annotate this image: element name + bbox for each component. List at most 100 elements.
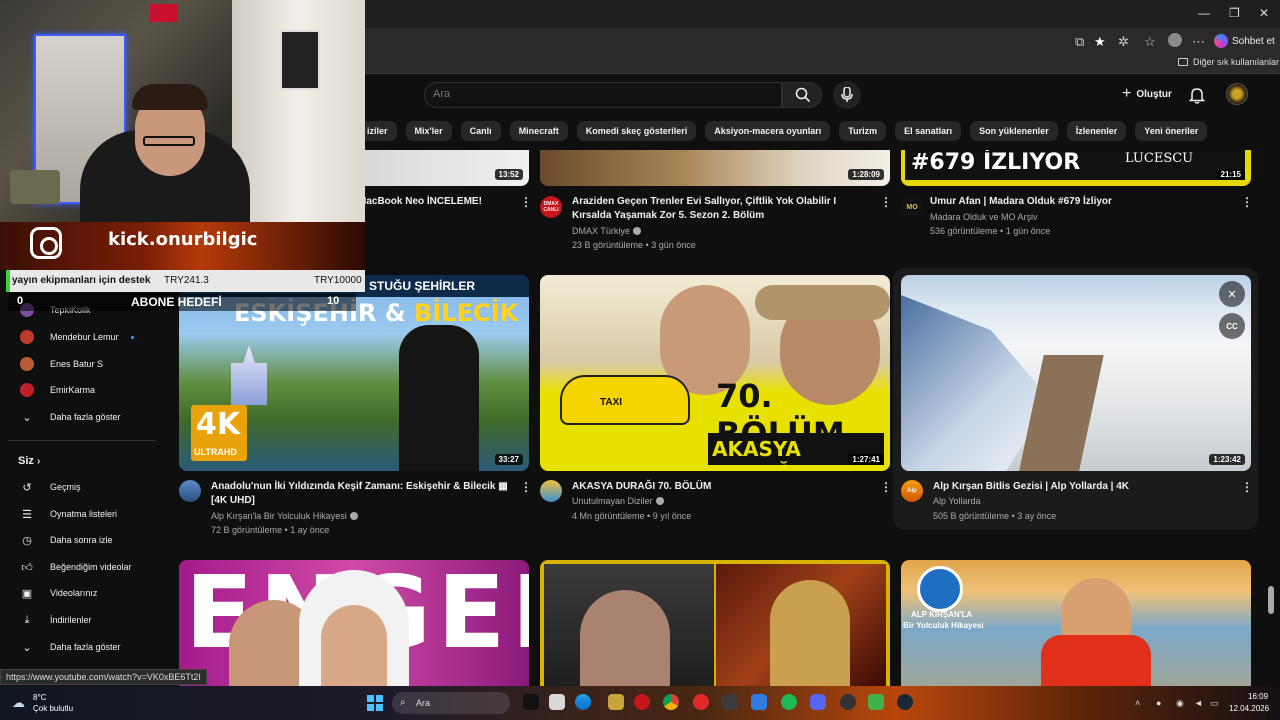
video-thumbnail[interactable]: ALP KIRŞAN'LA Bir Yolculuk Hikayesi [901,560,1251,686]
more-actions-icon[interactable]: ⋮ [880,195,892,209]
channel-name[interactable]: Madara Olduk ve MO Arşiv [930,210,1038,225]
chip[interactable]: Komedi skeç gösterileri [576,121,697,141]
app-icon[interactable] [722,694,738,710]
steam-icon[interactable] [897,694,913,710]
copilot-chat-button[interactable]: Sohbet et [1214,32,1275,50]
bookmark-star-icon[interactable]: ★ [1094,34,1106,50]
close-icon[interactable]: ✕ [1259,6,1269,20]
chip[interactable]: Mix'ler [405,121,452,141]
mute-icon[interactable]: ✕ [1219,281,1245,307]
clock-date[interactable]: 12.04.2026 [1229,704,1269,713]
store-icon[interactable] [751,694,767,710]
sidebar-item-enes-batur[interactable]: Enes Batur S [0,351,160,377]
chip[interactable]: El sanatları [895,121,962,141]
more-actions-icon[interactable]: ⋮ [520,195,532,209]
voice-search-button[interactable] [833,81,861,109]
microphone-tray-icon[interactable]: ● [1156,698,1161,708]
video-title[interactable]: Anadolu'nun İki Yıldızında Keşif Zamanı:… [211,480,511,508]
restore-icon[interactable]: ❐ [1229,6,1240,20]
search-button[interactable] [782,82,822,108]
more-actions-icon[interactable]: ⋮ [1241,195,1253,209]
channel-avatar[interactable]: Alp [901,480,923,502]
profile-avatar[interactable] [1168,33,1182,47]
taskbar-search[interactable] [392,692,510,714]
other-bookmarks[interactable]: Diğer sık kullanılanlar [1178,57,1279,67]
chip[interactable]: Yeni öneriler [1135,121,1208,141]
cloud-icon[interactable]: ☁ [12,695,25,711]
sidebar-item-liked-videos[interactable]: 👍︎ Beğendiğim videolar [0,554,160,580]
chip[interactable]: Canlı [460,121,501,141]
video-title[interactable]: MacBook Neo İNCELEME! [358,195,508,209]
chip[interactable]: Aksiyon-macera oyunları [705,121,831,141]
favorites-icon[interactable]: ☆ [1144,34,1156,50]
extensions-icon[interactable]: ✲ [1118,34,1129,50]
tray-chevron-icon[interactable]: ˄ [1135,698,1140,708]
video-thumbnail[interactable] [540,560,890,686]
search-input[interactable] [433,88,733,100]
sidebar-item-emirkarma[interactable]: EmirKarma [0,377,160,403]
channel-name[interactable]: Alp Yollarda [933,494,981,509]
sidebar-item-playlists[interactable]: ☰ Oynatma listeleri [0,501,160,527]
channel-avatar[interactable]: DMAX CANLI [540,196,562,218]
task-view-icon[interactable] [523,694,539,710]
account-avatar[interactable] [1226,83,1248,105]
battery-icon[interactable]: ▭ [1210,698,1219,709]
file-explorer-icon[interactable] [549,694,565,710]
more-actions-icon[interactable]: ⋮ [520,480,532,494]
channel-name[interactable]: Alp Kırşan'la Bir Yolculuk Hikayesi [211,509,358,524]
video-title[interactable]: AKASYA DURAĞI 70. BÖLÜM [572,480,872,494]
channel-avatar[interactable] [179,480,201,502]
sidebar-item-watch-later[interactable]: ◷ Daha sonra izle [0,527,160,553]
volume-icon[interactable]: ◄ [1194,698,1203,708]
channel-name[interactable]: DMAX Türkiye [572,224,641,239]
obs-icon[interactable] [840,694,856,710]
sidebar-show-more-subscriptions[interactable]: ⌄ Daha fazla göster [0,404,160,430]
edge-icon[interactable] [575,694,591,710]
page-scrollbar-thumb[interactable] [1268,586,1274,614]
chip[interactable]: İzlenenler [1066,121,1127,141]
video-thumbnail[interactable]: TAXI 70. BÖLÜM AKASYA DURAĞI 1:27:41 [540,275,890,471]
windows-start-icon[interactable] [367,695,383,711]
discord-icon[interactable] [810,694,826,710]
sidebar-item-downloads[interactable]: ⤓ İndirilenler [0,607,160,633]
chip[interactable]: Minecraft [509,121,568,141]
channel-avatar[interactable]: MO [901,196,923,218]
weather-summary[interactable]: Çok bulutlu [33,704,73,713]
sidebar-you-heading[interactable]: Siz › [18,455,40,467]
app-icon[interactable] [868,694,884,710]
chip[interactable]: Son yüklenenler [970,121,1058,141]
thumbnail-city-2: BİLECİK [414,299,519,327]
sidebar-item-history[interactable]: ↺ Geçmiş [0,474,160,500]
more-actions-icon[interactable]: ⋮ [880,480,892,494]
chrome-icon[interactable] [663,694,679,710]
video-title[interactable]: Alp Kırşan Bitlis Gezisi | Alp Yollarda … [933,480,1233,494]
sidebar-show-more-you[interactable]: ⌄ Daha fazla göster [0,634,160,660]
video-title[interactable]: Araziden Geçen Trenler Evi Sallıyor, Çif… [572,195,877,223]
weather-temperature[interactable]: 8°C [33,693,46,702]
search-icon [795,87,811,103]
captions-icon[interactable]: CC [1219,313,1245,339]
video-thumbnail[interactable]: ENGEL [179,560,529,686]
video-thumbnail[interactable]: #679 İZLIYOR LUCESCU 21:15 [901,150,1251,186]
more-icon[interactable]: ⋯ [1192,34,1205,50]
network-icon[interactable]: ◉ [1176,698,1184,709]
clock-time[interactable]: 16:09 [1248,692,1268,701]
channel-avatar[interactable] [540,480,562,502]
notifications-bell-icon[interactable] [1188,86,1206,104]
sidebar-item-your-videos[interactable]: ▣ Videolarınız [0,580,160,606]
folder-icon[interactable] [608,694,624,710]
create-button[interactable]: + Oluştur [1112,82,1182,106]
video-thumbnail[interactable]: 13:52 [358,150,529,186]
chip[interactable]: Turizm [839,121,887,141]
translate-icon[interactable]: ⧉ [1075,34,1084,50]
video-preview[interactable]: ✕ CC 1:23:42 [901,275,1251,471]
yandex-icon[interactable] [693,694,709,710]
video-thumbnail[interactable]: 1:28:09 [540,150,890,186]
channel-name[interactable]: Unutulmayan Diziler [572,494,664,509]
sidebar-item-mendebur-lemur[interactable]: Mendebur Lemur [0,324,160,350]
video-title[interactable]: Umur Afan | Madara Olduk #679 İzliyor [930,195,1230,209]
opera-icon[interactable] [634,694,650,710]
minimize-icon[interactable]: — [1198,6,1210,20]
more-actions-icon[interactable]: ⋮ [1241,480,1253,494]
spotify-icon[interactable] [781,694,797,710]
